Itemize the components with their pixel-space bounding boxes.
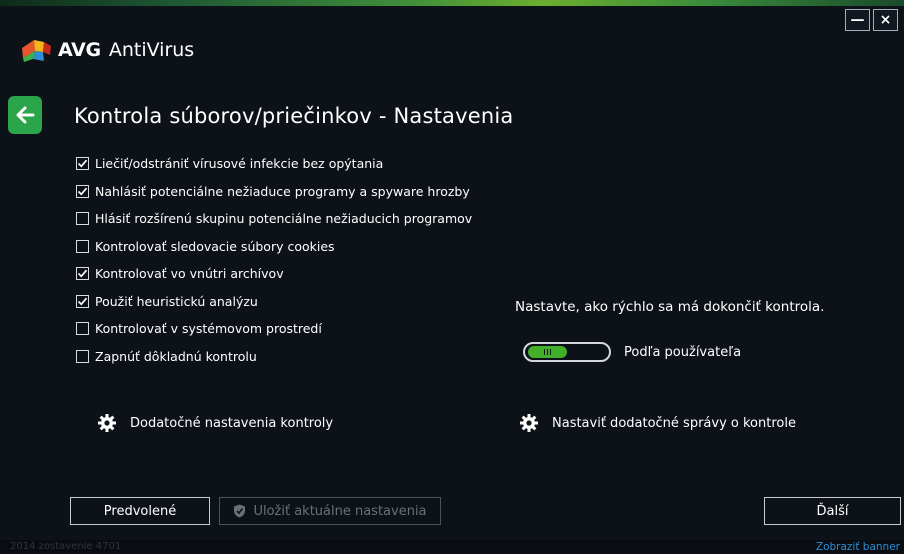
option-row[interactable]: Liečiť/odstrániť vírusové infekcie bez o… [76, 150, 472, 178]
option-row[interactable]: Hlásiť rozšírenú skupinu potenciálne než… [76, 205, 472, 233]
checkmark-icon [77, 297, 88, 306]
speed-slider-fill [528, 346, 567, 358]
option-row[interactable]: Použiť heuristickú analýzu [76, 288, 472, 316]
show-banner-link[interactable]: Zobraziť banner [816, 541, 900, 553]
avg-logo-icon [22, 40, 51, 62]
checkbox[interactable] [76, 267, 89, 281]
checkbox[interactable] [76, 349, 89, 363]
extra-scan-settings-label: Dodatočné nastavenia kontroly [130, 415, 334, 431]
extra-reports-link[interactable]: Nastaviť dodatočné správy o kontrole [520, 414, 796, 432]
option-label: Kontrolovať vo vnútri archívov [95, 266, 284, 282]
option-label: Použiť heuristickú analýzu [95, 293, 258, 309]
option-label: Kontrolovať v systémovom prostredí [95, 321, 322, 337]
gear-icon [520, 414, 538, 432]
checkmark-icon [77, 159, 88, 168]
speed-slider[interactable] [523, 342, 611, 362]
default-button[interactable]: Predvolené [70, 497, 210, 525]
back-button[interactable] [8, 96, 42, 134]
next-button[interactable]: Ďalší [764, 497, 901, 525]
checkmark-icon [77, 187, 88, 196]
checkbox[interactable] [76, 184, 89, 198]
extra-reports-label: Nastaviť dodatočné správy o kontrole [552, 415, 796, 431]
gear-icon [98, 414, 116, 432]
speed-label: Nastavte, ako rýchlo sa má dokončiť kont… [515, 299, 825, 315]
close-button[interactable]: × [873, 9, 898, 31]
checkbox[interactable] [76, 157, 89, 171]
build-info: 2014 zostavenie 4701 [10, 541, 122, 552]
option-row[interactable]: Kontrolovať v systémovom prostredí [76, 315, 472, 343]
brand-product: AntiVirus [108, 39, 195, 61]
checkbox[interactable] [76, 239, 89, 253]
checkbox[interactable] [76, 294, 89, 308]
checkbox[interactable] [76, 212, 89, 226]
extra-scan-settings-link[interactable]: Dodatočné nastavenia kontroly [98, 414, 333, 432]
option-label: Nahlásiť potenciálne nežiaduce programy … [95, 183, 470, 199]
option-row[interactable]: Zapnúť dôkladnú kontrolu [76, 343, 472, 371]
arrow-left-icon [16, 106, 35, 124]
scan-options-list: Liečiť/odstrániť vírusové infekcie bez o… [76, 150, 472, 370]
title-bar-accent [0, 0, 904, 6]
app-window: — × AVG AntiVirus Kontrola súborov/prieč… [0, 0, 904, 554]
speed-value: Podľa používateľa [624, 345, 742, 360]
brand-name: AVG [58, 39, 101, 61]
checkmark-icon [77, 269, 88, 278]
save-settings-label: Uložiť aktuálne nastavenia [253, 503, 427, 519]
option-row[interactable]: Kontrolovať vo vnútri archívov [76, 260, 472, 288]
brand: AVG AntiVirus [22, 38, 194, 62]
option-label: Liečiť/odstrániť vírusové infekcie bez o… [95, 156, 384, 172]
footer: 2014 zostavenie 4701 Zobraziť banner [0, 540, 904, 554]
option-label: Zapnúť dôkladnú kontrolu [95, 348, 257, 364]
option-row[interactable]: Kontrolovať sledovacie súbory cookies [76, 233, 472, 261]
option-label: Hlásiť rozšírenú skupinu potenciálne než… [95, 211, 473, 227]
minimize-button[interactable]: — [845, 9, 870, 31]
option-label: Kontrolovať sledovacie súbory cookies [95, 238, 335, 254]
page-title: Kontrola súborov/priečinkov - Nastavenia [74, 104, 514, 128]
save-settings-button[interactable]: Uložiť aktuálne nastavenia [219, 497, 441, 525]
window-controls: — × [845, 9, 898, 31]
checkbox[interactable] [76, 322, 89, 336]
option-row[interactable]: Nahlásiť potenciálne nežiaduce programy … [76, 178, 472, 206]
shield-icon [234, 504, 246, 518]
